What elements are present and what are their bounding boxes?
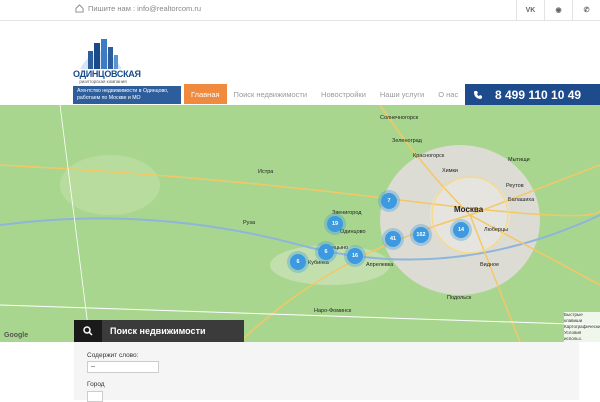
search-title: Поиск недвижимости — [102, 320, 244, 342]
map-cluster[interactable]: 7 — [381, 193, 397, 209]
city-select[interactable] — [87, 391, 103, 402]
nav-search[interactable]: Поиск недвижимости — [227, 84, 314, 104]
logo-subtitle: риэлторская компания — [79, 79, 127, 84]
map-cluster[interactable]: 41 — [385, 231, 401, 247]
map-label: Видное — [480, 262, 500, 268]
map[interactable]: Москва Мытищи Химки Зеленоград Балашиха … — [0, 105, 600, 342]
social-links: VK ◉ ✆ — [516, 0, 600, 20]
vk-icon[interactable]: VK — [516, 0, 544, 20]
google-logo: Google — [4, 332, 29, 339]
email-text: Пишите нам : info@realtorcom.ru — [88, 4, 201, 13]
map-label: Люберцы — [484, 227, 509, 233]
map-cluster[interactable]: 162 — [413, 227, 429, 243]
map-label: Подольск — [447, 295, 472, 301]
keyword-input[interactable] — [87, 361, 159, 373]
nav-new-buildings[interactable]: Новостройки — [314, 84, 373, 104]
telegram-icon[interactable]: ◉ — [544, 0, 572, 20]
phone-banner[interactable]: 8 499 110 10 49 — [465, 84, 600, 105]
map-label: Красногорск — [413, 153, 445, 159]
phone-number: 8 499 110 10 49 — [495, 87, 582, 102]
map-label: Звенигород — [332, 210, 362, 216]
nav-home[interactable]: Главная — [184, 84, 227, 104]
top-bar: Пишите нам : info@realtorcom.ru VK ◉ ✆ — [0, 0, 600, 21]
map-label: Зеленоград — [392, 138, 422, 144]
search-icon — [74, 320, 102, 342]
main-nav: Главная Поиск недвижимости Новостройки Н… — [184, 84, 465, 104]
tagline: Агентство недвижимости в Одинцово, работ… — [73, 86, 181, 104]
map-label: Наро-Фоминск — [314, 308, 352, 314]
map-label: Реутов — [506, 183, 524, 189]
search-header[interactable]: Поиск недвижимости — [74, 320, 244, 342]
home-icon — [75, 4, 84, 13]
map-label: Химки — [442, 168, 459, 174]
map-label: Солнечногорск — [380, 115, 419, 121]
logo-name: ОДИНЦОВСКАЯ — [73, 69, 141, 79]
search-form: Содержит слово: Город — [74, 342, 579, 402]
map-label: Кубинка — [308, 260, 329, 266]
map-label: Руза — [243, 220, 255, 226]
map-label: Одинцово — [340, 229, 366, 235]
map-credit[interactable]: Быстрые клавиши Картографические Условия… — [564, 312, 600, 342]
whatsapp-icon[interactable]: ✆ — [572, 0, 600, 20]
keyword-label: Содержит слово: — [87, 352, 139, 359]
map-base — [0, 105, 600, 342]
map-cluster[interactable]: 6 — [318, 244, 334, 260]
map-cluster[interactable]: 6 — [290, 254, 306, 270]
nav-about[interactable]: О нас — [431, 84, 465, 104]
map-label: Балашиха — [508, 197, 535, 203]
phone-icon — [474, 90, 482, 99]
city-label: Город — [87, 381, 105, 388]
map-label: Апрелевка — [366, 262, 394, 268]
map-label-moscow: Москва — [454, 205, 484, 214]
map-cluster[interactable]: 19 — [327, 216, 343, 232]
map-label: Мытищи — [508, 157, 530, 163]
map-cluster[interactable]: 16 — [347, 248, 363, 264]
nav-services[interactable]: Наши услуги — [373, 84, 431, 104]
email-contact[interactable]: Пишите нам : info@realtorcom.ru — [75, 4, 201, 13]
map-label: Истра — [258, 169, 274, 175]
map-cluster[interactable]: 14 — [453, 222, 469, 238]
